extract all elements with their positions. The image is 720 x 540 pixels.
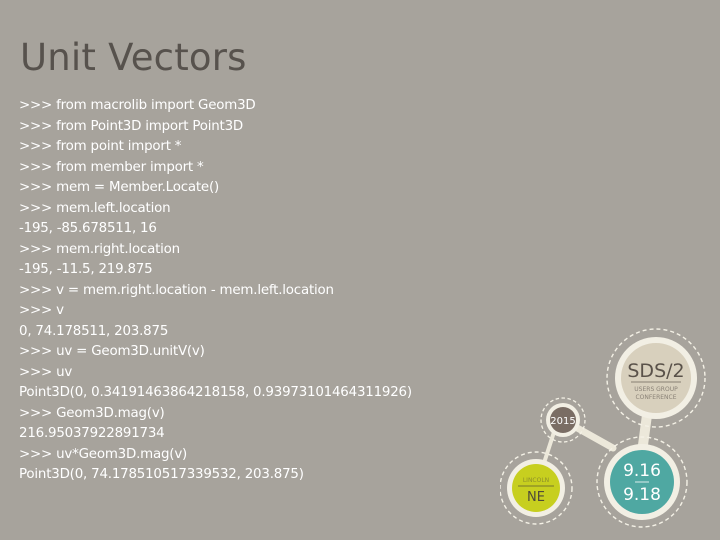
- date-start-text: 9.16: [623, 461, 661, 481]
- date-end-text: 9.18: [623, 485, 661, 505]
- sds2-subtitle-2: CONFERENCE: [635, 394, 676, 401]
- code-line: >>> v = mem.right.location - mem.left.lo…: [19, 282, 334, 298]
- state-text: NE: [527, 490, 545, 505]
- city-text: LINCOLN: [523, 477, 549, 484]
- location-badge: LINCOLN NE: [500, 451, 573, 525]
- conference-logo: SDS/2 USERS GROUP CONFERENCE 2015 9.16 9…: [500, 320, 720, 530]
- code-line: -195, -11.5, 219.875: [19, 262, 153, 277]
- code-line: >>> from macrolib import Geom3D: [19, 98, 256, 113]
- code-line: -195, -85.678511, 16: [19, 221, 157, 236]
- date-badge: 9.16 9.18: [596, 436, 688, 528]
- sds2-subtitle-1: USERS GROUP: [634, 386, 678, 393]
- code-line: Point3D(0, 0.34191463864218158, 0.939731…: [19, 385, 412, 400]
- code-line: >>> v: [19, 303, 64, 318]
- slide-title: Unit Vectors: [20, 36, 247, 79]
- code-line: >>> mem.left.location: [19, 200, 171, 216]
- year-text: 2015: [550, 416, 575, 427]
- code-line: >>> Geom3D.mag(v): [19, 405, 165, 421]
- code-line: >>> mem = Member.Locate(): [19, 180, 220, 195]
- code-line: >>> mem.right.location: [19, 241, 180, 257]
- code-line: >>> from Point3D import Point3D: [19, 118, 244, 134]
- code-line: >>> from member import *: [19, 159, 204, 175]
- code-line: >>> uv = Geom3D.unitV(v): [19, 344, 205, 359]
- sds2-badge: SDS/2 USERS GROUP CONFERENCE: [606, 328, 706, 428]
- code-line: 0, 74.178511, 203.875: [19, 323, 169, 339]
- code-line: Point3D(0, 74.178510517339532, 203.875): [19, 467, 304, 482]
- code-line: >>> from point import *: [19, 139, 182, 154]
- code-line: >>> uv: [19, 364, 73, 380]
- year-badge: 2015: [540, 397, 586, 443]
- code-listing: >>> from macrolib import Geom3D >>> from…: [19, 96, 412, 486]
- sds2-text: SDS/2: [627, 360, 684, 382]
- code-line: >>> uv*Geom3D.mag(v): [19, 446, 188, 462]
- code-line: 216.95037922891734: [19, 426, 165, 441]
